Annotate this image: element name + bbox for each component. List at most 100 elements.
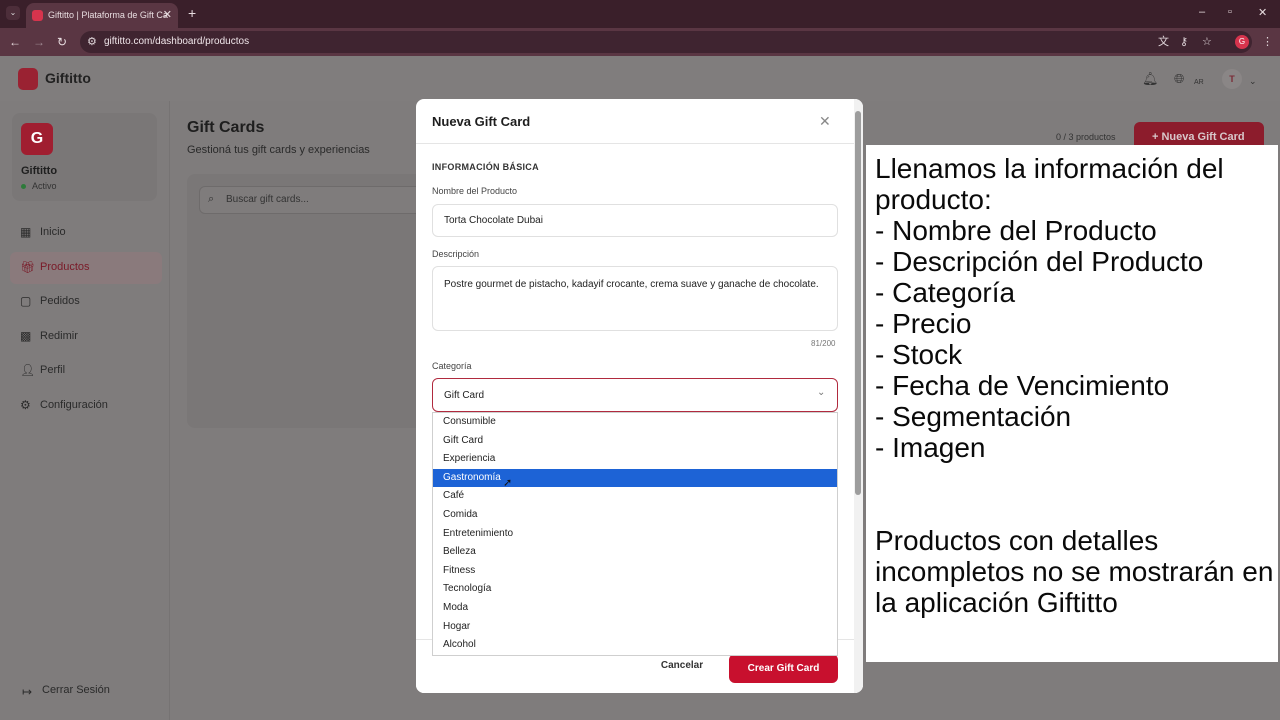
language-code[interactable]: AR [1194, 76, 1204, 90]
browser-menu-icon[interactable]: ⋮ [1262, 35, 1273, 49]
new-tab-icon[interactable]: + [188, 5, 196, 21]
scrollbar-thumb[interactable] [855, 111, 861, 495]
sidebar-item-label: Redimir [40, 330, 78, 342]
dropdown-option[interactable]: Moda [433, 599, 837, 618]
chevron-down-icon[interactable]: ⌄ [1249, 74, 1257, 88]
site-info-icon[interactable]: ⚙ [87, 35, 97, 49]
user-avatar[interactable]: T [1222, 69, 1242, 89]
tab-title: Giftitto | Plataforma de Gift Ca [48, 10, 168, 20]
forward-icon[interactable]: → [33, 35, 45, 49]
cancel-button[interactable]: Cancelar [648, 655, 716, 677]
sidebar-item-redimir[interactable]: ▩ Redimir [10, 321, 162, 353]
translate-icon[interactable]: 文 [1158, 35, 1169, 49]
product-name-value: Torta Chocolate Dubai [444, 215, 543, 226]
address-url[interactable]: giftitto.com/dashboard/productos [104, 33, 249, 51]
brand-name: Giftitto [45, 70, 91, 86]
name-label: Nombre del Producto [432, 186, 518, 196]
browser-tab[interactable]: Giftitto | Plataforma de Gift Ca ✕ [26, 3, 178, 28]
category-select[interactable]: Gift Card ⌄ [432, 378, 838, 412]
logout-button[interactable]: Cerrar Sesión [42, 684, 110, 696]
search-input[interactable]: ⌕ Buscar gift cards... [199, 186, 429, 214]
sidebar-item-label: Productos [40, 261, 90, 273]
dropdown-option-highlighted[interactable]: Gastronomía [433, 468, 837, 488]
back-icon[interactable]: ← [9, 35, 21, 49]
section-heading: INFORMACIÓN BÁSICA [432, 162, 539, 172]
category-dropdown: Consumible Gift Card Experiencia Gastron… [432, 412, 838, 656]
description-label: Descripción [432, 249, 480, 259]
brand-logo-icon [18, 68, 38, 90]
search-placeholder: Buscar gift cards... [226, 194, 309, 205]
dropdown-option[interactable]: Café [433, 487, 837, 506]
store-logo-icon: G [21, 123, 53, 155]
globe-icon[interactable]: 🌐︎ [1174, 72, 1184, 86]
store-card: G Giftitto Activo [12, 113, 157, 201]
modal-header: Nueva Gift Card ✕ [416, 99, 863, 144]
modal-scrollbar[interactable] [854, 99, 863, 693]
minimize-icon[interactable]: – [1199, 6, 1205, 18]
omnibox[interactable] [80, 31, 1252, 53]
category-value: Gift Card [444, 390, 485, 401]
sidebar-item-configuracion[interactable]: ⚙ Configuración [10, 390, 162, 422]
product-count: 0 / 3 productos [1056, 132, 1116, 142]
grid-icon: ▦ [20, 225, 32, 239]
gear-icon: ⚙ [20, 398, 31, 412]
new-gift-card-modal: Nueva Gift Card ✕ INFORMACIÓN BÁSICA Nom… [416, 99, 863, 693]
user-icon: 👤︎ [20, 363, 36, 377]
sidebar-item-label: Configuración [40, 399, 108, 411]
dropdown-option[interactable]: Fitness [433, 562, 837, 581]
category-label: Categoría [432, 361, 472, 371]
gift-icon: 🎁︎ [20, 260, 36, 274]
page-title: Gift Cards [187, 119, 265, 136]
annotation-text: Llenamos la información del producto: - … [875, 153, 1274, 618]
app-header: Giftitto 🔔︎ 🌐︎ AR T ⌄ [0, 56, 1280, 101]
page-subtitle: Gestioná tus gift cards y experiencias [187, 144, 370, 156]
reload-icon[interactable]: ↻ [57, 35, 67, 49]
description-field[interactable]: Postre gourmet de pistacho, kadayif croc… [432, 266, 838, 331]
description-counter: 81/200 [811, 339, 836, 348]
modal-title: Nueva Gift Card [432, 114, 531, 129]
sidebar: G Giftitto Activo ▦ Inicio 🎁︎ Productos … [0, 101, 170, 720]
store-status: Activo [32, 181, 57, 191]
close-icon[interactable]: ✕ [819, 113, 831, 130]
gift-card-list: ⌕ Buscar gift cards... [187, 174, 429, 428]
qr-icon: ▩ [20, 329, 32, 343]
sidebar-item-label: Inicio [40, 226, 66, 238]
dropdown-option[interactable]: Experiencia [433, 450, 837, 469]
description-value: Postre gourmet de pistacho, kadayif croc… [444, 279, 819, 290]
sidebar-item-productos[interactable]: 🎁︎ Productos [10, 252, 162, 284]
dropdown-option[interactable]: Consumible [433, 413, 837, 432]
dropdown-option[interactable]: Entretenimiento [433, 525, 837, 544]
dropdown-option[interactable]: Gift Card [433, 432, 837, 451]
restore-icon[interactable]: ▫ [1228, 6, 1232, 18]
dropdown-option[interactable]: Belleza [433, 543, 837, 562]
screen: ⌄ Giftitto | Plataforma de Gift Ca ✕ + –… [0, 0, 1280, 720]
logout-icon: ↦ [22, 685, 33, 699]
sidebar-item-label: Pedidos [40, 295, 80, 307]
dropdown-option[interactable]: Tecnología [433, 580, 837, 599]
favicon-icon [32, 10, 43, 21]
annotation-box: Llenamos la información del producto: - … [866, 145, 1278, 662]
store-name: Giftitto [21, 165, 58, 177]
sidebar-item-label: Perfil [40, 364, 66, 376]
bag-icon: ▢ [20, 294, 32, 308]
dropdown-option[interactable]: Alcohol [433, 636, 837, 655]
browser-tabstrip: ⌄ Giftitto | Plataforma de Gift Ca ✕ + –… [0, 0, 1280, 28]
dropdown-option[interactable]: Hogar [433, 618, 837, 637]
sidebar-item-inicio[interactable]: ▦ Inicio [10, 217, 162, 249]
dropdown-option[interactable]: Comida [433, 506, 837, 525]
chevron-down-icon: ⌄ [817, 387, 826, 398]
close-window-icon[interactable]: ✕ [1258, 6, 1267, 19]
bookmark-star-icon[interactable]: ☆ [1202, 35, 1212, 49]
create-gift-card-button[interactable]: Crear Gift Card [729, 654, 838, 683]
close-tab-icon[interactable]: ✕ [163, 3, 172, 28]
password-key-icon[interactable]: ⚷ [1180, 35, 1188, 49]
sidebar-item-pedidos[interactable]: ▢ Pedidos [10, 286, 162, 318]
product-name-field[interactable]: Torta Chocolate Dubai [432, 204, 838, 237]
sidebar-item-perfil[interactable]: 👤︎ Perfil [10, 355, 162, 387]
profile-avatar-icon[interactable]: G [1235, 35, 1249, 49]
mouse-cursor-icon: ➚ [503, 477, 513, 489]
search-icon: ⌕ [208, 193, 215, 205]
tab-list-icon[interactable]: ⌄ [6, 6, 20, 20]
bell-icon[interactable]: 🔔︎ [1142, 72, 1159, 86]
status-dot [21, 184, 26, 189]
